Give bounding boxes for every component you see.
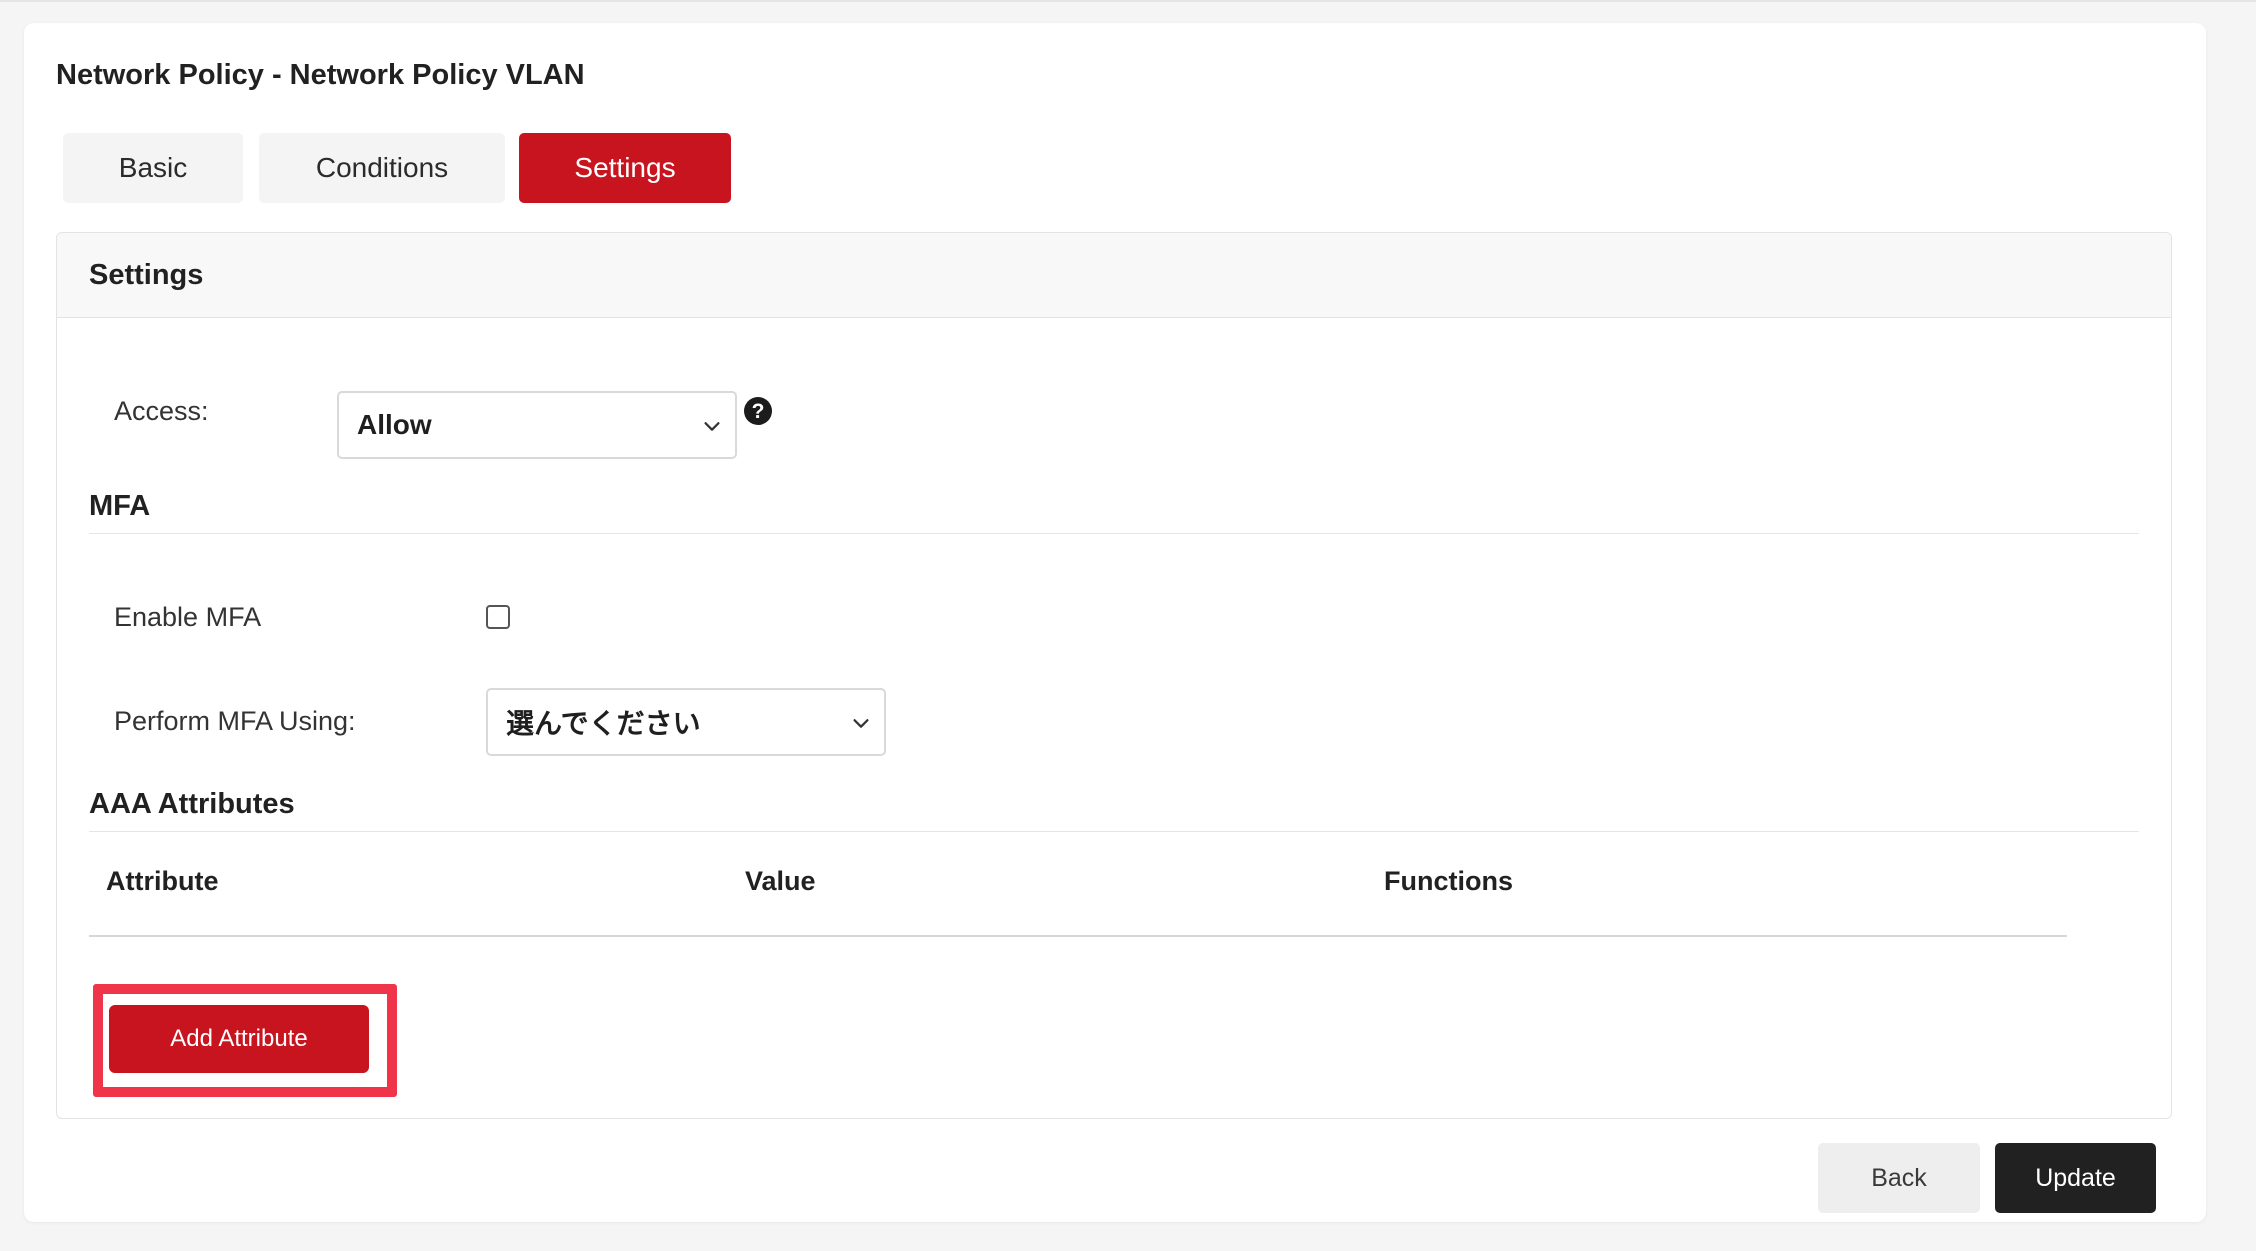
- column-header-functions: Functions: [1384, 866, 1513, 896]
- access-label: Access:: [114, 396, 209, 426]
- add-attribute-button[interactable]: Add Attribute: [109, 1005, 369, 1073]
- settings-panel-title: Settings: [89, 259, 204, 291]
- column-header-attribute: Attribute: [106, 866, 219, 896]
- aaa-divider: [89, 831, 2139, 832]
- mfa-section-title: MFA: [89, 490, 151, 522]
- mfa-divider: [89, 533, 2139, 534]
- access-select[interactable]: Allow: [337, 391, 737, 459]
- perform-mfa-select-value: 選んでください: [506, 708, 701, 739]
- update-button[interactable]: Update: [1995, 1143, 2156, 1213]
- page-title: Network Policy - Network Policy VLAN: [56, 59, 585, 91]
- chevron-down-icon: [704, 422, 720, 431]
- help-icon[interactable]: ?: [744, 397, 772, 425]
- aaa-section-title: AAA Attributes: [89, 788, 295, 820]
- back-button[interactable]: Back: [1818, 1143, 1980, 1213]
- enable-mfa-label: Enable MFA: [114, 602, 262, 632]
- perform-mfa-label: Perform MFA Using:: [114, 706, 356, 736]
- table-header-rule: [89, 935, 2067, 937]
- top-border: [0, 0, 2256, 2]
- settings-panel: Settings Access: Allow ? MFA Enable MFA …: [56, 232, 2172, 1119]
- column-header-value: Value: [745, 866, 816, 896]
- tab-conditions[interactable]: Conditions: [259, 133, 505, 203]
- perform-mfa-select[interactable]: 選んでください: [486, 688, 886, 756]
- settings-panel-header: Settings: [57, 233, 2171, 318]
- chevron-down-icon: [853, 719, 869, 728]
- policy-card: Network Policy - Network Policy VLAN Bas…: [24, 23, 2206, 1222]
- tab-basic[interactable]: Basic: [63, 133, 243, 203]
- enable-mfa-checkbox[interactable]: [486, 605, 510, 629]
- access-select-value: Allow: [357, 409, 432, 440]
- tab-settings[interactable]: Settings: [519, 133, 731, 203]
